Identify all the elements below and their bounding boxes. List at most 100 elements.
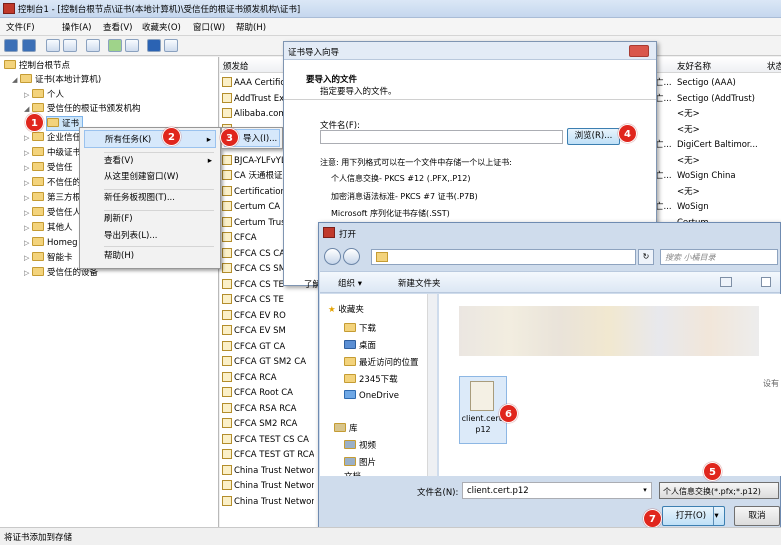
expand-arrow-icon[interactable]: ▷ <box>24 88 32 103</box>
expand-arrow-icon[interactable]: ▷ <box>24 146 32 161</box>
certificate-name: CFCA CS CA <box>234 248 286 259</box>
expand-arrow-icon[interactable]: ▷ <box>24 251 32 266</box>
tree-item-trusted-root[interactable]: ◢ 受信任的根证书颁发机构 <box>24 102 141 117</box>
certificate-row[interactable]: China Trust Networ <box>222 479 314 494</box>
menu-item-new-window[interactable]: 从这里创建窗口(W) <box>84 168 179 186</box>
col-issued-to[interactable]: 颁发给 <box>223 60 249 72</box>
certificate-row[interactable]: CFCA RSA RCA <box>222 402 314 417</box>
tree-item-trusted-publishers[interactable]: ▷ 受信任 <box>24 161 73 176</box>
nav-videos[interactable]: 视频 <box>344 439 376 451</box>
filename-label: 文件名(N): <box>417 488 459 498</box>
expand-arrow-icon[interactable]: ▷ <box>24 176 32 191</box>
refresh-icon[interactable] <box>108 39 122 52</box>
filename-field[interactable]: client.cert.p12 <box>462 482 652 499</box>
forward-icon[interactable] <box>22 39 36 52</box>
close-icon[interactable] <box>629 45 649 57</box>
browse-button[interactable]: 浏览(R)... <box>567 128 620 145</box>
open-button[interactable]: 打开(O) ▾ <box>662 506 725 526</box>
certificate-row[interactable]: CFCA EV RO <box>222 309 314 324</box>
tree-item-root[interactable]: 控制台根节点 <box>4 59 70 74</box>
certificate-row[interactable]: CFCA CS TE <box>222 293 314 308</box>
split-arrow-icon[interactable]: ▾ <box>714 511 718 521</box>
expand-arrow-icon[interactable]: ▷ <box>24 221 32 236</box>
menu-file[interactable]: 文件(F) <box>6 21 35 33</box>
nav-scrollbar[interactable] <box>427 294 437 476</box>
nav-documents[interactable]: 文档 <box>344 470 361 476</box>
menu-window[interactable]: 窗口(W) <box>193 21 225 33</box>
nav-favorites[interactable]: ★ 收藏夹 <box>328 303 364 315</box>
search-input[interactable]: 搜索 小橘目录 <box>660 249 778 265</box>
back-icon[interactable] <box>4 39 18 52</box>
forward-icon[interactable] <box>343 248 360 265</box>
tree-item-enterprise[interactable]: ▷ 企业信任 <box>24 131 81 146</box>
menu-item-taskpad[interactable]: 新任务板视图(T)... <box>84 189 175 207</box>
tree-item-smartcard[interactable]: ▷ 智能卡 <box>24 251 73 266</box>
nav-onedrive[interactable]: OneDrive <box>344 390 399 401</box>
certificate-row[interactable]: CFCA TEST CS CA <box>222 433 314 448</box>
nav-2345-downloads[interactable]: 2345下载 <box>344 373 398 385</box>
show-hide-tree-icon[interactable] <box>63 39 77 52</box>
preview-pane-icon[interactable] <box>761 277 771 287</box>
side-text: 设有 <box>763 379 779 388</box>
organize-button[interactable]: 组织 ▾ <box>338 277 362 289</box>
col-friendly-name[interactable]: 友好名称 <box>677 60 711 72</box>
menu-action[interactable]: 操作(A) <box>62 21 91 33</box>
certificate-row[interactable]: CFCA TEST GT RCA <box>222 448 314 463</box>
certificate-icon <box>222 340 232 351</box>
dropdown-arrow-icon[interactable]: ▾ <box>639 483 651 498</box>
certificate-row[interactable]: China Trust Networ <box>222 495 314 510</box>
cancel-button[interactable]: 取消 <box>734 506 780 526</box>
tree-item-personal[interactable]: ▷ 个人 <box>24 88 64 103</box>
new-folder-button[interactable]: 新建文件夹 <box>398 277 441 289</box>
nav-recent[interactable]: 最近访问的位置 <box>344 356 419 368</box>
expand-arrow-icon[interactable]: ▷ <box>24 161 32 176</box>
menu-favorites[interactable]: 收藏夹(O) <box>142 21 181 33</box>
certificate-name: CFCA RSA RCA <box>234 403 297 414</box>
certificate-row[interactable]: CFCA EV SM <box>222 324 314 339</box>
tree-item-third-party[interactable]: ▷ 第三方根 <box>24 191 81 206</box>
menu-item-all-tasks[interactable]: 所有任务(K) ▸ <box>84 130 216 148</box>
menu-item-export[interactable]: 导出列表(L)... <box>84 227 157 245</box>
file-type-select[interactable]: 个人信息交换(*.pfx;*.p12) <box>659 482 779 499</box>
expand-arrow-icon[interactable]: ▷ <box>24 131 32 146</box>
tree-item-homegroup[interactable]: ▷ Homeg <box>24 236 78 251</box>
address-bar[interactable] <box>371 249 636 265</box>
certificate-row[interactable]: CFCA GT CA <box>222 340 314 355</box>
properties-icon[interactable] <box>86 39 100 52</box>
certificate-row[interactable]: CFCA RCA <box>222 371 314 386</box>
nav-library[interactable]: 库 <box>334 422 358 434</box>
menu-item-refresh[interactable]: 刷新(F) <box>84 210 133 228</box>
export-icon[interactable] <box>125 39 139 52</box>
certificate-row[interactable]: CFCA SM2 RCA <box>222 417 314 432</box>
filename-input[interactable] <box>320 130 563 144</box>
tree-item-trusted-people[interactable]: ▷ 受信任人 <box>24 206 81 221</box>
help-icon[interactable] <box>147 39 161 52</box>
up-folder-icon[interactable] <box>46 39 60 52</box>
menu-item-help[interactable]: 帮助(H) <box>84 247 134 265</box>
expand-arrow-icon[interactable]: ▷ <box>24 266 32 281</box>
action-pane-icon[interactable] <box>164 39 178 52</box>
refresh-icon[interactable]: ↻ <box>638 249 654 265</box>
tree-item-cert-local[interactable]: ◢ 证书(本地计算机) <box>12 73 101 88</box>
expand-arrow-icon[interactable]: ▷ <box>24 206 32 221</box>
tree-item-intermediate[interactable]: ▷ 中级证书 <box>24 146 81 161</box>
certificate-row[interactable]: China Trust Networ <box>222 464 314 479</box>
certificate-row[interactable]: CFCA GT SM2 CA <box>222 355 314 370</box>
nav-downloads[interactable]: 下载 <box>344 322 376 334</box>
nav-pictures[interactable]: 图片 <box>344 456 376 468</box>
certificate-row[interactable]: CFCA Root CA <box>222 386 314 401</box>
expand-arrow-icon[interactable]: ▷ <box>24 191 32 206</box>
menu-help[interactable]: 帮助(H) <box>236 21 266 33</box>
menu-view[interactable]: 查看(V) <box>103 21 132 33</box>
tree-item-certs[interactable]: 证书 <box>46 116 84 131</box>
tree-item-other[interactable]: ▷ 其他人 <box>24 221 73 236</box>
expand-arrow-icon[interactable]: ▷ <box>24 236 32 251</box>
certificate-name: CFCA TEST GT RCA <box>234 450 314 460</box>
tree-item-untrusted[interactable]: ▷ 不信任的 <box>24 176 81 191</box>
view-options-icon[interactable] <box>720 277 732 287</box>
collapse-arrow-icon[interactable]: ◢ <box>12 73 20 88</box>
col-status[interactable]: 状态 <box>767 60 781 72</box>
back-icon[interactable] <box>324 248 341 265</box>
nav-desktop[interactable]: 桌面 <box>344 339 376 351</box>
folder-icon <box>32 147 44 156</box>
